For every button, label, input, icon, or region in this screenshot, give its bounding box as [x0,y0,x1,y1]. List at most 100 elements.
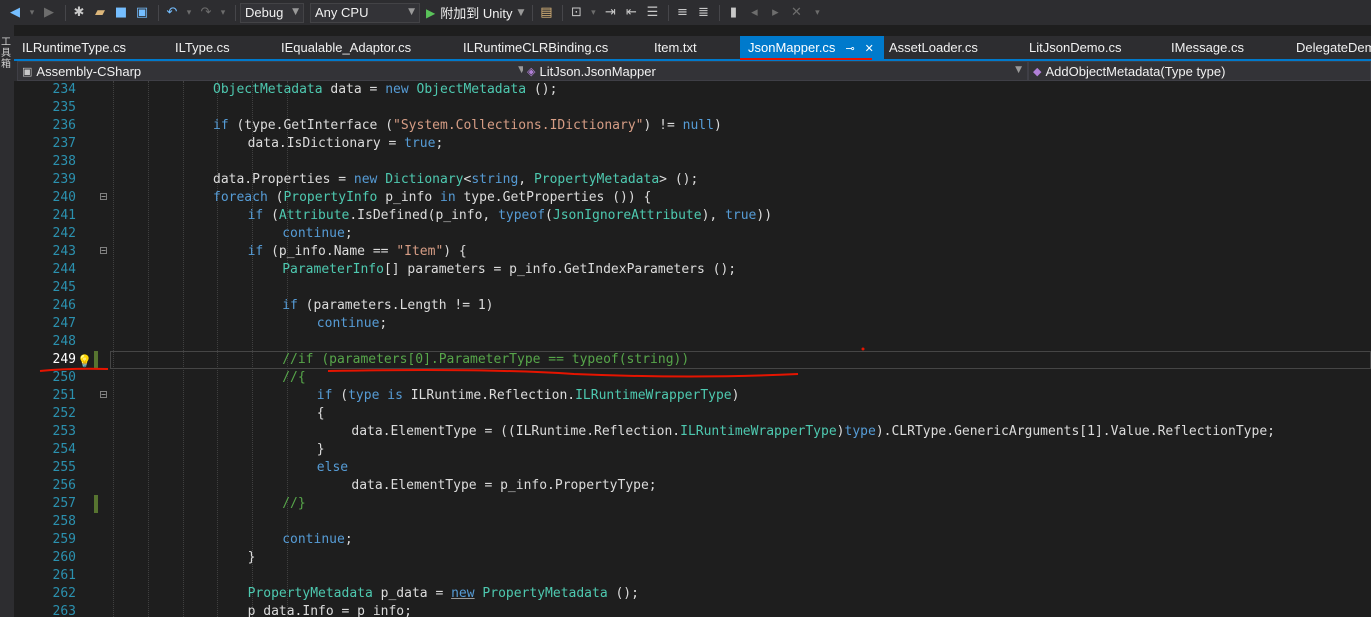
code-line[interactable]: 252 { [14,405,1371,423]
code-line[interactable]: 259 continue; [14,531,1371,549]
step-into-icon[interactable]: ⇥ [601,3,619,23]
tab-label: ILRuntimeType.cs [22,40,127,55]
code-line[interactable]: 241 if (Attribute.IsDefined(p_info, typeo… [14,207,1371,225]
code-text: } [317,441,325,459]
redo-icon[interactable]: ↷ [197,3,215,23]
code-line[interactable]: 246 if (parameters.Length != 1) [14,297,1371,315]
dropdown-arrow-icon[interactable]: ▾ [184,3,194,23]
tab-assetloader[interactable]: AssetLoader.cs [889,36,978,60]
code-line[interactable]: 254} [14,441,1371,459]
step-over-icon[interactable]: ⇤ [622,3,640,23]
code-token: if [316,388,333,403]
code-line[interactable]: 238 [14,153,1371,171]
toolbox-side-strip[interactable]: 工具箱 [0,25,14,617]
dropdown-arrow-icon[interactable]: ▾ [218,3,228,23]
code-line[interactable]: 263 p_data.Info = p_info; [14,603,1371,617]
code-line[interactable]: 245 [14,279,1371,297]
lightbulb-icon[interactable]: 💡 [77,352,92,370]
pin-icon[interactable]: ⊸ [845,42,854,55]
comment-lines-icon[interactable]: ≡ [673,3,691,23]
code-line[interactable]: 247 continue; [14,315,1371,333]
screenshot-icon[interactable]: ⊡ [567,3,585,23]
toolbar-overflow-icon[interactable]: ▾ [808,3,826,23]
code-line[interactable]: 242 continue; [14,225,1371,243]
navigate-forward-icon[interactable]: ▶ [40,3,58,23]
code-token: ( [263,208,279,223]
fold-toggle-icon[interactable]: − [100,247,107,255]
code-line[interactable]: 262 PropertyMetadata p_data = new Propert… [14,585,1371,603]
code-editor[interactable]: 234 ObjectMetadata data = new ObjectMetad… [14,81,1371,617]
tab-ilruntimetype[interactable]: ILRuntimeType.cs [22,36,126,60]
code-text: if (type.GetInterface ("System.Collectio… [213,117,722,135]
save-icon[interactable]: ■ [112,3,130,23]
code-line[interactable]: 257 //} [14,495,1371,513]
code-line[interactable]: 256 data.ElementType = p_info.PropertyTyp… [14,477,1371,495]
code-line[interactable]: 249 💡 //if (parameters[0].ParameterType ==… [53,351,1371,369]
code-line[interactable]: 260} [14,549,1371,567]
code-line[interactable]: 255 else [14,459,1371,477]
tab-iequalable-adaptor[interactable]: IEqualable_Adaptor.cs [281,36,411,60]
clear-bookmarks-icon[interactable]: ✕ [787,3,805,23]
configuration-dropdown[interactable]: Debug ▼ [240,2,304,23]
previous-bookmark-icon[interactable]: ◂ [745,3,763,23]
code-line[interactable]: 240 − foreach (PropertyInfo p_info in type… [14,189,1371,207]
code-text: data.ElementType = p_info.PropertyType; [351,477,656,495]
code-line[interactable]: 253 data.ElementType = ((ILRuntime.Reflec… [14,423,1371,441]
dropdown-arrow-icon[interactable]: ▾ [27,3,37,23]
tab-item-txt[interactable]: Item.txt [654,36,697,60]
code-token: string [471,172,519,187]
attach-to-unity-button[interactable]: ▶ 附加到 Unity ▼ [426,3,524,22]
new-project-icon[interactable]: ✱ [70,3,88,23]
code-line[interactable]: 261 [14,567,1371,585]
tab-delegatedemo[interactable]: DelegateDem [1296,36,1371,60]
code-text: if (p_info.Name == "Item") { [248,243,467,261]
code-token: //} [282,496,306,511]
code-line[interactable]: 239 data.Properties = new Dictionary<stri… [14,171,1371,189]
tab-label: DelegateDem [1296,40,1371,55]
code-line[interactable]: 234 ObjectMetadata data = new ObjectMetad… [14,81,1371,99]
code-text: if (parameters.Length != 1) [282,297,493,315]
code-line[interactable]: 236 if (type.GetInterface ("System.Collec… [14,117,1371,135]
code-line[interactable]: 248 [14,333,1371,351]
next-bookmark-icon[interactable]: ▸ [766,3,784,23]
code-line[interactable]: 237 data.IsDictionary = true; [14,135,1371,153]
change-marker [94,495,98,513]
code-line[interactable]: 258 [14,513,1371,531]
navigate-back-icon[interactable]: ◀ [6,3,24,23]
tab-imessage[interactable]: IMessage.cs [1171,36,1244,60]
format-icon[interactable]: ☰ [643,3,661,23]
code-line[interactable]: 251 − if (type is ILRuntime.Reflection.ILR… [14,387,1371,405]
tab-litjsondemo[interactable]: LitJsonDemo.cs [1029,36,1121,60]
open-file-icon[interactable]: ▰ [91,3,109,23]
tab-ilruntimeclrbinding[interactable]: ILRuntimeCLRBinding.cs [463,36,608,60]
fold-toggle-icon[interactable]: − [100,391,107,399]
line-number: 247 [52,316,76,331]
uncomment-lines-icon[interactable]: ≣ [694,3,712,23]
code-token: ( [545,208,553,223]
project-dropdown[interactable]: ▣ Assembly-CSharp ▼ [17,61,531,81]
save-all-icon[interactable]: ▣ [133,3,151,23]
code-line[interactable]: 244 ParameterInfo[] parameters = p_info.G… [14,261,1371,279]
code-lines[interactable]: 234 ObjectMetadata data = new ObjectMetad… [14,81,1371,617]
code-token: continue [282,532,345,547]
bookmark-icon[interactable]: ▮ [724,3,742,23]
toolbox-label[interactable]: 工具箱 [1,37,13,70]
code-line[interactable]: 243 − if (p_info.Name == "Item") { [14,243,1371,261]
code-line[interactable]: 235 [14,99,1371,117]
fold-toggle-icon[interactable]: − [100,193,107,201]
code-line[interactable]: 250 //{ [14,369,1371,387]
code-token: //if (parameters[0].ParameterType == typ… [282,352,690,367]
tab-iltype[interactable]: ILType.cs [175,36,230,60]
undo-icon[interactable]: ↶ [163,3,181,23]
folder-search-icon[interactable]: ▤ [537,3,555,23]
line-number: 245 [52,280,76,295]
close-icon[interactable]: ✕ [865,42,874,55]
type-value: LitJson.JsonMapper [539,63,656,79]
code-text: if (type is ILRuntime.Reflection.ILRunti… [317,387,740,405]
dropdown-arrow-icon[interactable]: ▾ [588,3,598,23]
tab-label: Item.txt [654,40,697,55]
code-token: } [247,550,256,565]
platform-dropdown[interactable]: Any CPU ▼ [310,2,420,23]
member-dropdown[interactable]: ◆ AddObjectMetadata(Type type) [1028,61,1371,81]
type-dropdown[interactable]: ◈ LitJson.JsonMapper ▼ [523,61,1028,81]
